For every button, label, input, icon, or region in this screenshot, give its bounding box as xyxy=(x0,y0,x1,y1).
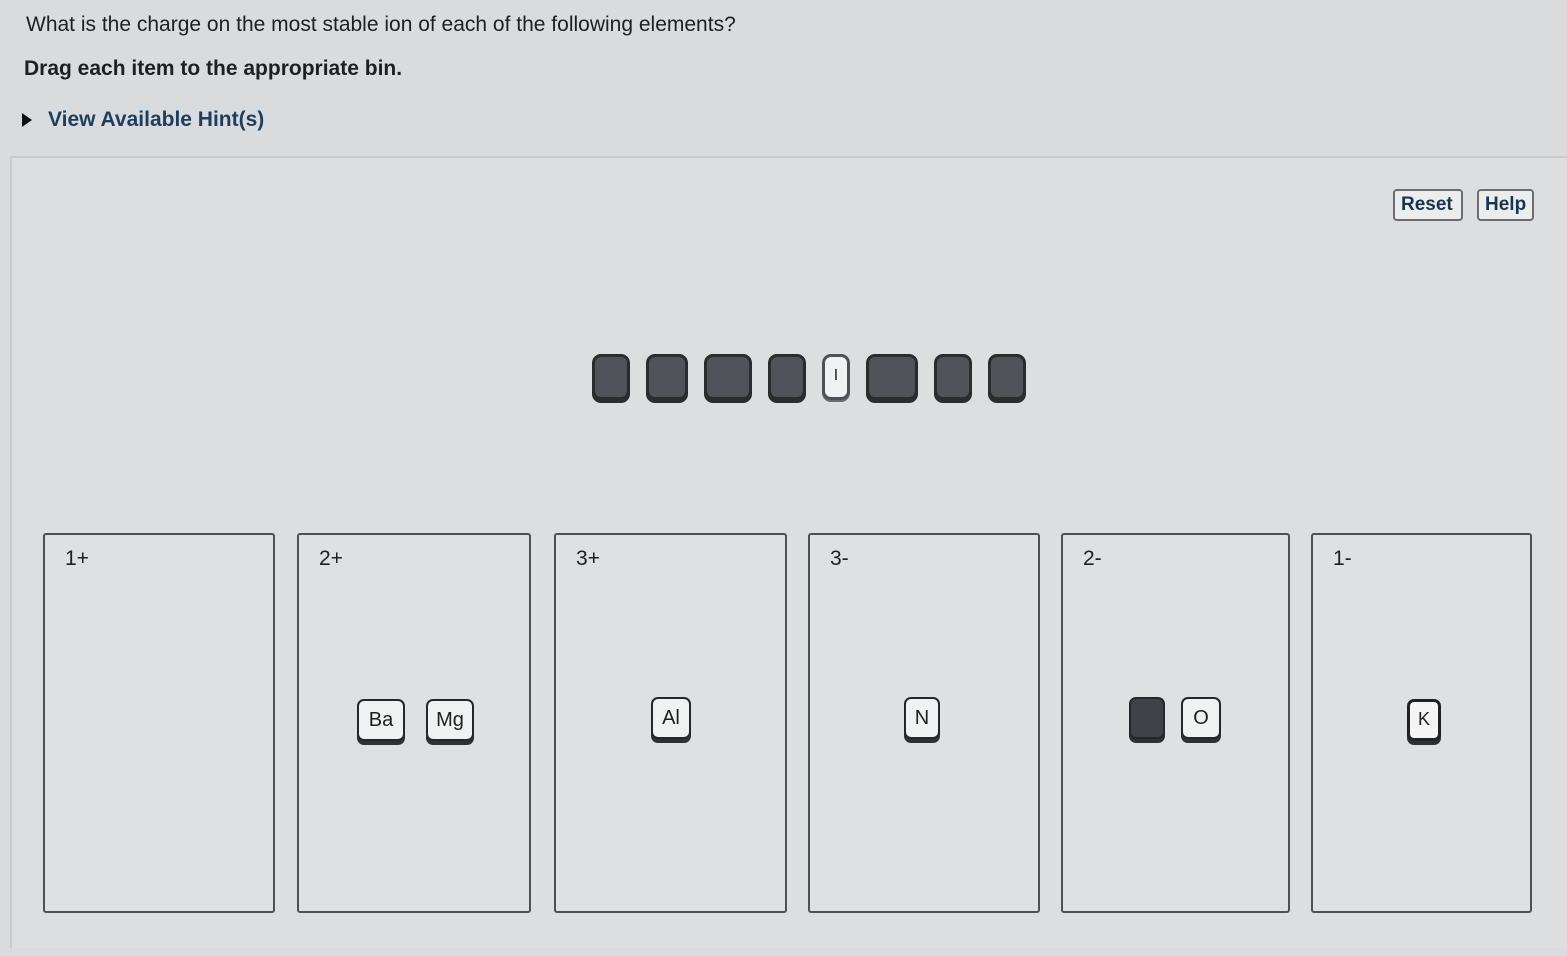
bin-2-plus[interactable]: 2+ Ba Mg xyxy=(297,533,531,913)
placeholder-tile[interactable] xyxy=(592,354,630,400)
bin-1-plus[interactable]: 1+ xyxy=(43,533,275,913)
element-chip-mg[interactable]: Mg xyxy=(426,699,474,741)
element-chip-n[interactable]: N xyxy=(904,697,940,739)
element-chip-k[interactable]: K xyxy=(1407,699,1441,741)
element-chip-ba[interactable]: Ba xyxy=(357,699,405,741)
view-hints-link[interactable]: View Available Hint(s) xyxy=(18,108,264,132)
placeholder-tile[interactable] xyxy=(704,354,752,400)
view-hints-label: View Available Hint(s) xyxy=(48,108,265,131)
placeholder-tile[interactable] xyxy=(934,354,972,400)
expand-triangle-icon xyxy=(22,113,32,127)
placeholder-tile[interactable] xyxy=(768,354,806,400)
element-chip-o[interactable]: O xyxy=(1181,697,1221,739)
bin-2-minus[interactable]: 2- O xyxy=(1061,533,1290,913)
placeholder-tile[interactable] xyxy=(646,354,688,400)
bin-label: 2- xyxy=(1083,547,1102,570)
bin-label: 1- xyxy=(1333,547,1352,570)
bin-label: 3+ xyxy=(576,547,600,570)
bin-1-minus[interactable]: 1- K xyxy=(1311,533,1532,913)
help-button[interactable]: Help xyxy=(1477,189,1534,221)
item-pool: I xyxy=(592,354,1032,404)
bin-label: 1+ xyxy=(65,547,89,570)
bin-3-plus[interactable]: 3+ Al xyxy=(554,533,787,913)
bin-3-minus[interactable]: 3- N xyxy=(808,533,1040,913)
bin-label: 3- xyxy=(830,547,849,570)
element-chip-obscured[interactable] xyxy=(1129,697,1165,739)
bin-label: 2+ xyxy=(319,547,343,570)
placeholder-tile[interactable] xyxy=(866,354,918,400)
question-text: What is the charge on the most stable io… xyxy=(26,13,736,36)
element-tile-i[interactable]: I xyxy=(822,354,850,400)
placeholder-tile[interactable] xyxy=(988,354,1026,400)
instruction-text: Drag each item to the appropriate bin. xyxy=(24,57,403,80)
element-chip-al[interactable]: Al xyxy=(651,697,691,739)
reset-button[interactable]: Reset xyxy=(1393,189,1463,221)
